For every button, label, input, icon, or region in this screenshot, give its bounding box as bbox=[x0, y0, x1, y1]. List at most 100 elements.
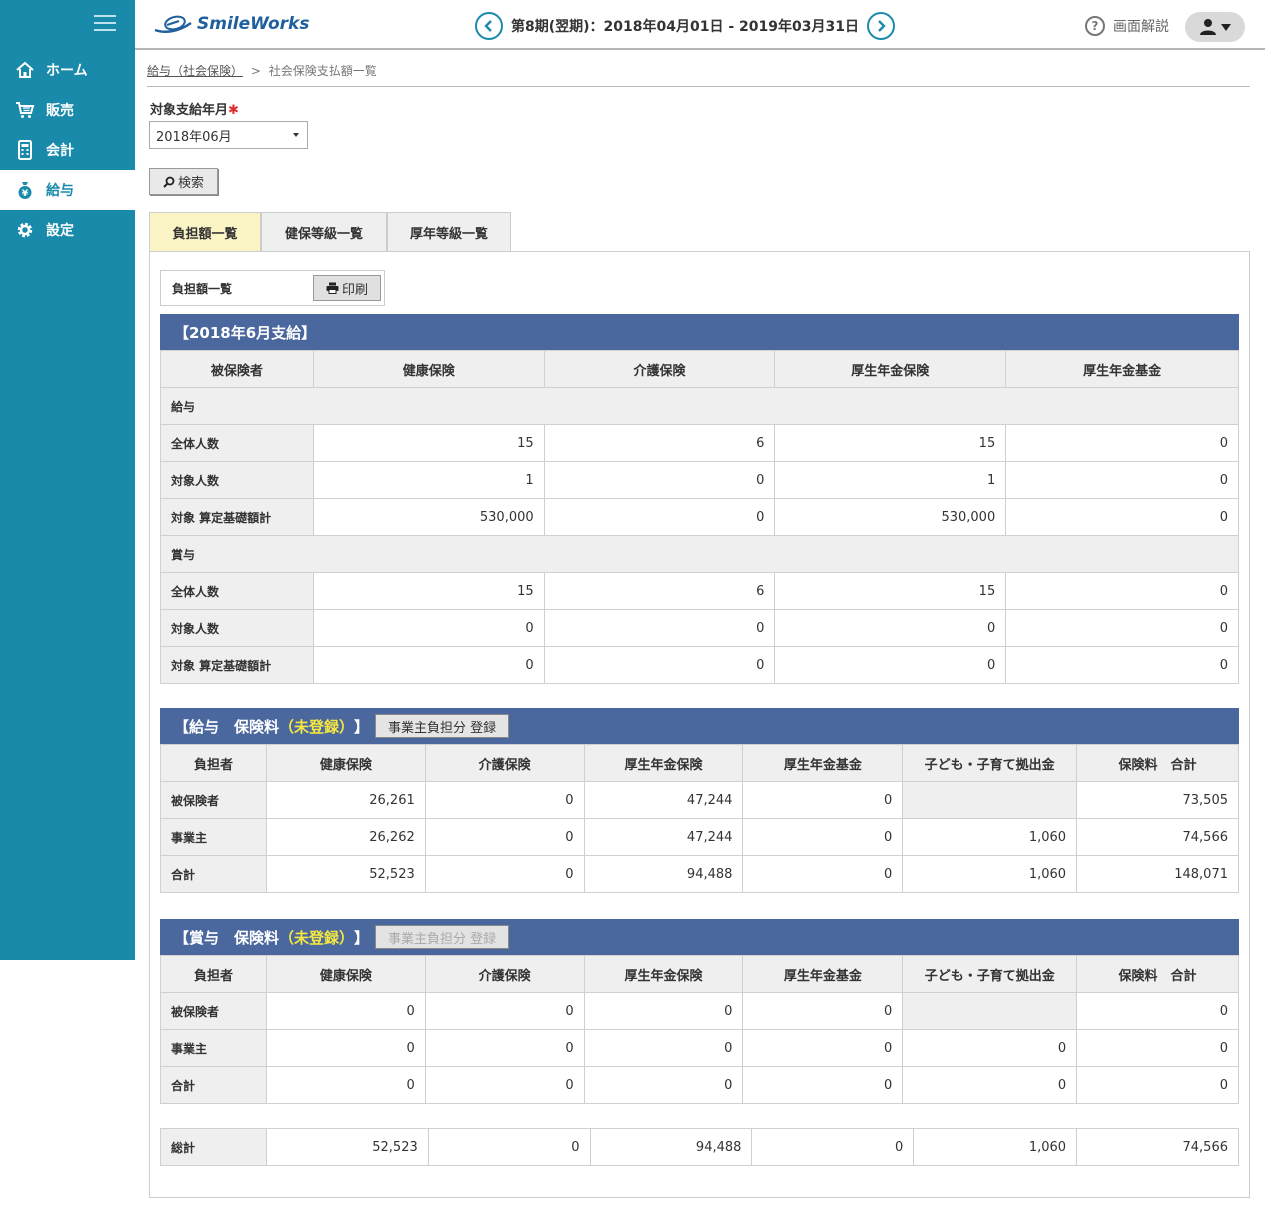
sidebar-item-label: 会計 bbox=[46, 143, 74, 159]
cell-value: 47,244 bbox=[583, 818, 744, 856]
table-row: 全体人数 15 6 15 0 bbox=[160, 424, 1239, 462]
target-month-label: 対象支給年月✱ bbox=[150, 99, 239, 118]
table-row: 被保険者 0 0 0 0 0 bbox=[160, 992, 1239, 1030]
next-period-button[interactable] bbox=[866, 12, 895, 40]
cell-value: 0 bbox=[1005, 572, 1239, 610]
svg-text:¥: ¥ bbox=[22, 189, 29, 199]
period-text: 第8期(翌期)：2018年04月01日 - 2019年03月31日 bbox=[511, 19, 859, 35]
cell-value: 1,060 bbox=[902, 818, 1078, 856]
tab-health-grade-list[interactable]: 健保等級一覧 bbox=[261, 212, 387, 252]
cell-value: 0 bbox=[265, 1066, 426, 1104]
cell-value: 0 bbox=[424, 1066, 585, 1104]
row-label: 全体人数 bbox=[160, 572, 314, 610]
cell-empty bbox=[902, 781, 1078, 819]
sidebar-item-accounting[interactable]: 会計 bbox=[0, 130, 135, 170]
tab-label: 厚年等級一覧 bbox=[409, 227, 488, 242]
column-header: 介護保険 bbox=[424, 744, 585, 782]
table-row: 被保険者 26,261 0 47,244 0 73,505 bbox=[160, 781, 1239, 819]
column-header: 厚生年金基金 bbox=[1005, 350, 1239, 388]
bonus-register-employer-button[interactable]: 事業主負担分 登録 bbox=[375, 925, 510, 949]
cell-value: 26,262 bbox=[265, 818, 426, 856]
cell-value: 0 bbox=[774, 609, 1007, 647]
tab-pension-grade-list[interactable]: 厚年等級一覧 bbox=[387, 212, 511, 252]
bonus-title-prefix: 【賞与 保険料 bbox=[174, 928, 280, 947]
group-row-salary: 給与 bbox=[160, 387, 1239, 425]
row-label: 事業主 bbox=[160, 818, 267, 856]
row-label: 被保険者 bbox=[160, 781, 267, 819]
cell-value: 15 bbox=[774, 572, 1007, 610]
search-icon bbox=[163, 176, 175, 188]
calculator-icon bbox=[15, 140, 35, 160]
column-header: 厚生年金保険 bbox=[583, 955, 744, 993]
top-header: SmileWorks 第8期(翌期)：2018年04月01日 - 2019年03… bbox=[135, 0, 1265, 50]
row-label: 合計 bbox=[160, 1066, 267, 1104]
column-header: 厚生年金保険 bbox=[774, 350, 1007, 388]
salary-register-employer-button[interactable]: 事業主負担分 登録 bbox=[375, 714, 510, 738]
cell-empty bbox=[902, 992, 1078, 1030]
row-label: 事業主 bbox=[160, 1029, 267, 1067]
column-header: 健康保険 bbox=[265, 744, 426, 782]
salary-unregistered-label: （未登録） bbox=[279, 717, 355, 736]
cell-value: 0 bbox=[265, 992, 426, 1030]
menu-toggle-icon[interactable] bbox=[94, 15, 116, 33]
cell-value: 0 bbox=[742, 855, 904, 893]
cell-value: 15 bbox=[312, 572, 545, 610]
sidebar-item-settings[interactable]: 設定 bbox=[0, 210, 135, 250]
column-header: 厚生年金保険 bbox=[583, 744, 744, 782]
column-header: 子ども・子育て拠出金 bbox=[902, 744, 1078, 782]
target-month-label-text: 対象支給年月 bbox=[150, 103, 229, 118]
chevron-right-icon bbox=[878, 20, 886, 32]
sidebar-item-payroll[interactable]: ¥ 給与 bbox=[0, 170, 135, 210]
cell-value: 0 bbox=[583, 1029, 744, 1067]
printer-icon bbox=[326, 282, 339, 294]
prev-period-button[interactable] bbox=[475, 12, 503, 40]
target-month-select[interactable]: 2018年06月 bbox=[149, 121, 308, 149]
bonus-unregistered-label: （未登録） bbox=[279, 928, 355, 947]
cell-value: 6 bbox=[543, 424, 776, 462]
required-mark: ✱ bbox=[228, 103, 239, 118]
caret-down-icon bbox=[1220, 24, 1231, 31]
bonus-insurance-table: 負担者 健康保険 介護保険 厚生年金保険 厚生年金基金 子ども・子育て拠出金 保… bbox=[160, 955, 1239, 1104]
cell-value: 1,060 bbox=[913, 1128, 1078, 1166]
panel-title: 負担額一覧 bbox=[172, 281, 233, 296]
bonus-title-suffix: 】 bbox=[354, 928, 370, 947]
column-header: 子ども・子育て拠出金 bbox=[902, 955, 1078, 993]
tab-bar: 負担額一覧 健保等級一覧 厚年等級一覧 bbox=[149, 212, 511, 252]
gear-icon bbox=[15, 220, 35, 240]
target-month-value: 2018年06月 bbox=[156, 129, 232, 145]
breadcrumb-parent-link[interactable]: 給与（社会保険） bbox=[147, 64, 243, 78]
help-button[interactable]: ? 画面解説 bbox=[1085, 16, 1169, 36]
tab-burden-list[interactable]: 負担額一覧 bbox=[149, 212, 261, 252]
tab-label: 負担額一覧 bbox=[172, 227, 238, 242]
user-menu-button[interactable] bbox=[1185, 12, 1245, 42]
breadcrumb-separator: > bbox=[250, 64, 261, 78]
table-row: 事業主 0 0 0 0 0 0 bbox=[160, 1029, 1239, 1067]
sidebar-item-sales[interactable]: 販売 bbox=[0, 90, 135, 130]
column-header: 健康保険 bbox=[312, 350, 545, 388]
cell-value: 47,244 bbox=[583, 781, 744, 819]
row-label: 対象人数 bbox=[160, 461, 314, 499]
search-button-label: 検索 bbox=[177, 176, 204, 191]
cell-value: 94,488 bbox=[589, 1128, 753, 1166]
cell-value: 0 bbox=[1076, 1066, 1239, 1104]
cell-value: 0 bbox=[742, 1066, 904, 1104]
sidebar-item-home[interactable]: ホーム bbox=[0, 50, 135, 90]
cell-value: 0 bbox=[1005, 498, 1239, 536]
print-button-label: 印刷 bbox=[341, 282, 368, 298]
cell-value: 0 bbox=[424, 992, 585, 1030]
print-button[interactable]: 印刷 bbox=[313, 275, 381, 301]
row-label: 被保険者 bbox=[160, 992, 267, 1030]
breadcrumb: 給与（社会保険） > 社会保険支払額一覧 bbox=[147, 62, 377, 79]
cell-value: 26,261 bbox=[265, 781, 426, 819]
cell-value: 0 bbox=[742, 1029, 904, 1067]
cell-value: 74,566 bbox=[1076, 1128, 1239, 1166]
table-header-row: 負担者 健康保険 介護保険 厚生年金保険 厚生年金基金 子ども・子育て拠出金 保… bbox=[160, 955, 1239, 993]
cell-value: 15 bbox=[312, 424, 545, 462]
row-label: 対象人数 bbox=[160, 609, 314, 647]
app-logo[interactable]: SmileWorks bbox=[153, 13, 309, 35]
salary-insurance-table: 負担者 健康保険 介護保険 厚生年金保険 厚生年金基金 子ども・子育て拠出金 保… bbox=[160, 744, 1239, 893]
column-header: 保険料 合計 bbox=[1076, 744, 1239, 782]
money-bag-icon: ¥ bbox=[15, 180, 35, 200]
cell-value: 0 bbox=[583, 1066, 744, 1104]
search-button[interactable]: 検索 bbox=[149, 168, 218, 195]
